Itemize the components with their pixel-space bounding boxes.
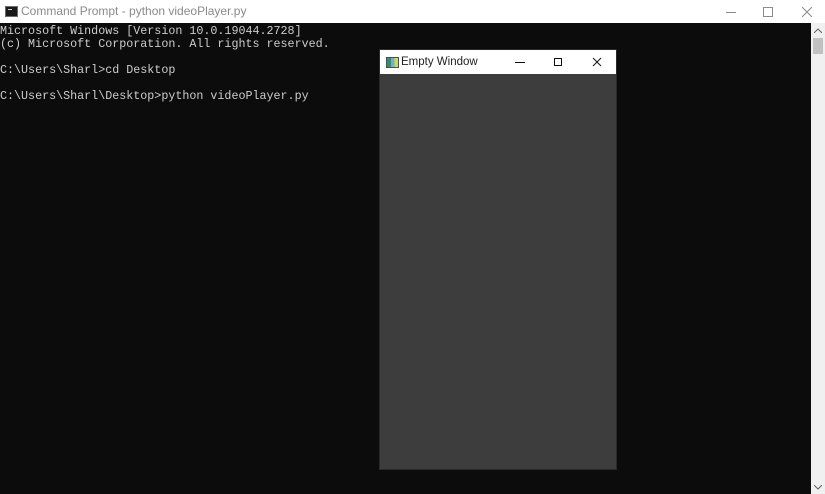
chevron-up-icon bbox=[814, 27, 822, 33]
empty-window-title-bar[interactable]: Empty Window bbox=[380, 50, 616, 74]
cmd-console-icon bbox=[5, 6, 18, 17]
empty-window-client-area[interactable] bbox=[380, 74, 616, 469]
cmd-window-title: Command Prompt - python videoPlayer.py bbox=[21, 4, 247, 18]
cmd-title-bar[interactable]: Command Prompt - python videoPlayer.py bbox=[0, 0, 825, 23]
maximize-icon bbox=[762, 6, 773, 17]
empty-window-maximize-button[interactable] bbox=[539, 50, 577, 74]
scroll-up-button[interactable] bbox=[811, 23, 825, 37]
chevron-down-icon bbox=[814, 484, 822, 490]
minimize-icon bbox=[515, 62, 525, 63]
scroll-down-button[interactable] bbox=[811, 480, 825, 494]
cmd-minimize-button[interactable] bbox=[712, 0, 749, 23]
empty-window-title: Empty Window bbox=[401, 56, 478, 68]
cmd-close-button[interactable] bbox=[788, 0, 825, 23]
empty-window[interactable]: Empty Window bbox=[379, 49, 617, 470]
minimize-icon bbox=[725, 11, 736, 13]
console-line: C:\Users\Sharl\Desktop>python videoPlaye… bbox=[0, 89, 309, 103]
empty-window-minimize-button[interactable] bbox=[501, 50, 539, 74]
close-icon bbox=[801, 6, 812, 17]
console-line: (c) Microsoft Corporation. All rights re… bbox=[0, 37, 330, 51]
close-icon bbox=[592, 57, 602, 67]
empty-window-close-button[interactable] bbox=[578, 50, 616, 74]
maximize-icon bbox=[554, 58, 562, 66]
console-line: C:\Users\Sharl>cd Desktop bbox=[0, 63, 176, 77]
scroll-thumb[interactable] bbox=[813, 38, 823, 54]
cmd-maximize-button[interactable] bbox=[749, 0, 786, 23]
app-window-icon bbox=[386, 57, 399, 68]
console-scrollbar[interactable] bbox=[811, 23, 825, 494]
